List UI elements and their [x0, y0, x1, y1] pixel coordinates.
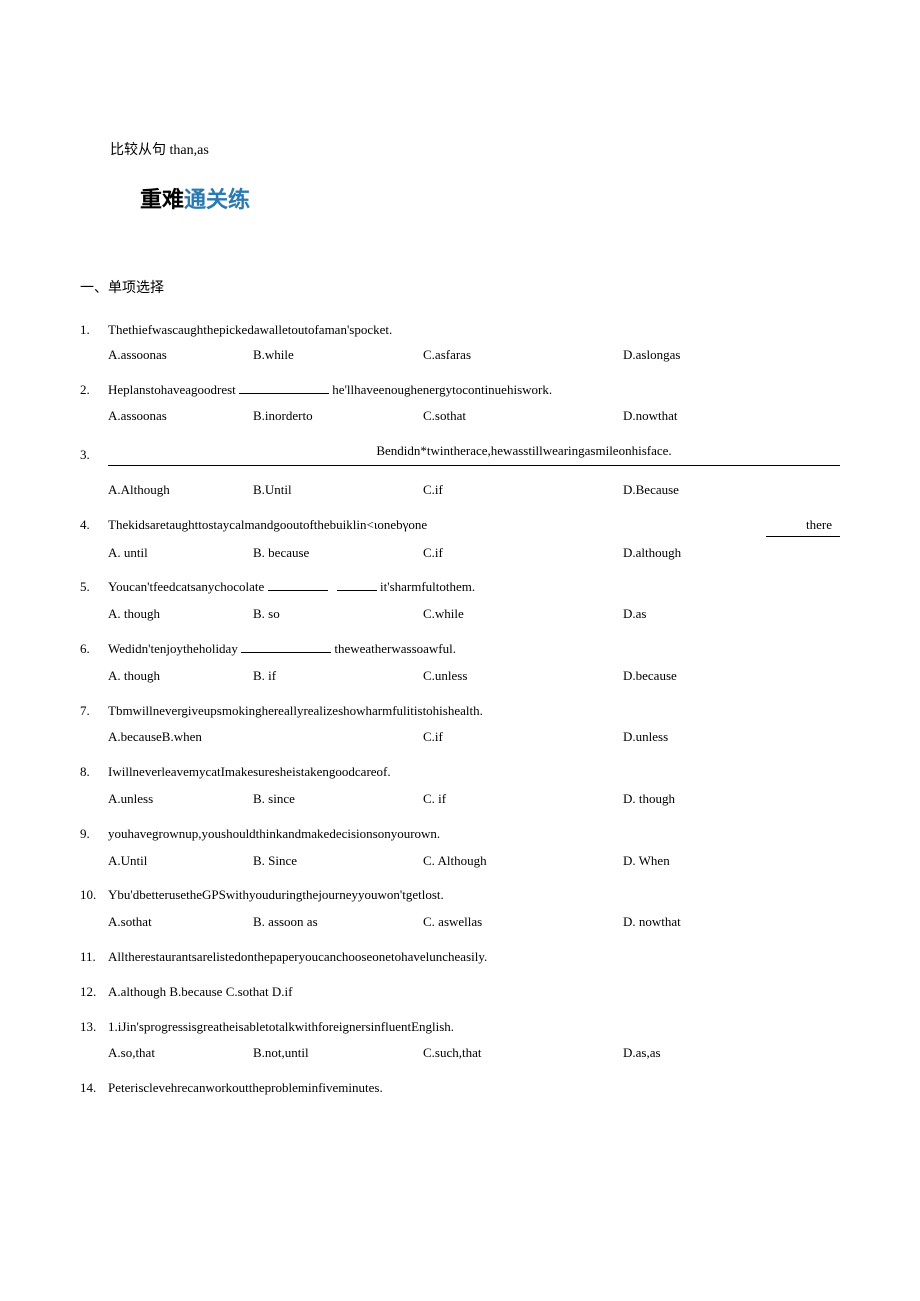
option-d: D.nowthat: [623, 406, 840, 427]
option-d: D.aslongas: [623, 345, 840, 366]
option-d: D. though: [623, 789, 840, 810]
question-stem: Youcan'tfeedcatsanychocolate it'sharmful…: [108, 577, 840, 598]
question-stem: Thethiefwascaughthepickedawalletoutofama…: [108, 320, 840, 341]
question-number: 2.: [80, 380, 108, 401]
question-stem: Tbmwillnevergiveupsmokinghereallyrealize…: [108, 701, 840, 722]
question-stem: Wedidn'tenjoytheholiday theweatherwassoa…: [108, 639, 840, 660]
option-b: B. if: [253, 666, 423, 687]
title-block: 重难通关练: [140, 182, 840, 217]
stem-post: theweatherwassoawful.: [334, 641, 456, 656]
section-head: 一、单项选择: [80, 278, 840, 300]
stem-pre: Youcan'tfeedcatsanychocolate: [108, 579, 264, 594]
option-a: A.assoonas: [108, 406, 253, 427]
question-stem: Peterisclevehrecanworkouttheprobleminfiv…: [108, 1078, 840, 1099]
blank-icon: [241, 641, 331, 653]
option-c: C.sothat: [423, 406, 623, 427]
option-a: A.Until: [108, 851, 253, 872]
option-b: B. so: [253, 604, 423, 625]
top-note: 比较从句 than,as: [110, 140, 840, 162]
option-d: D.Because: [623, 480, 840, 501]
option-c: C.if: [423, 480, 623, 501]
question-stem: youhavegrownup,youshouldthinkandmakedeci…: [108, 824, 840, 845]
question-stem: Ybu'dbetterusetheGPSwithyouduringthejour…: [108, 885, 840, 906]
question-number: 3.: [80, 445, 108, 466]
question-number: 7.: [80, 701, 108, 722]
question-number: 9.: [80, 824, 108, 845]
title-accent: 通关练: [184, 187, 250, 212]
stem-pre: Wedidn'tenjoytheholiday: [108, 641, 238, 656]
option-b: B. assoon as: [253, 912, 423, 933]
blank-icon: [337, 579, 377, 591]
option-b: B.while: [253, 345, 423, 366]
question-stem: A.although B.because C.sothat D.if: [108, 982, 840, 1003]
question-number: 6.: [80, 639, 108, 660]
title-main: 重难: [140, 187, 184, 212]
option-a: A.assoonas: [108, 345, 253, 366]
question-number: 11.: [80, 947, 108, 968]
option-d: D.unless: [623, 727, 840, 748]
option-b: B. since: [253, 789, 423, 810]
stem-post: it'sharmfultothem.: [380, 579, 475, 594]
blank-icon: [239, 382, 329, 394]
option-b: B.inorderto: [253, 406, 423, 427]
option-c: C.asfaras: [423, 345, 623, 366]
question-number: 14.: [80, 1078, 108, 1099]
stem-above: Bendidn*twintherace,hewasstillwearingasm…: [108, 441, 840, 462]
option-c: C.such,that: [423, 1043, 623, 1064]
stem-post: he'llhaveenoughenergytocontinuehiswork.: [332, 382, 552, 397]
question-number: 13.: [80, 1017, 108, 1038]
option-a: A. though: [108, 604, 253, 625]
option-c: C.unless: [423, 666, 623, 687]
option-a: A.sothat: [108, 912, 253, 933]
option-d: D.although: [623, 543, 840, 564]
question-number: 4.: [80, 515, 108, 536]
option-a: A. until: [108, 543, 253, 564]
question-stem: Alltherestaurantsarelistedonthepaperyouc…: [108, 947, 840, 968]
option-c: C.while: [423, 604, 623, 625]
option-c: C. aswellas: [423, 912, 623, 933]
trailing-blank: there: [766, 515, 840, 537]
blank-line-icon: [108, 462, 840, 466]
option-d: D.as,as: [623, 1043, 840, 1064]
question-number: 5.: [80, 577, 108, 598]
option-d: D. nowthat: [623, 912, 840, 933]
blank-icon: [268, 579, 328, 591]
option-b: B.not,until: [253, 1043, 423, 1064]
option-ab: A.becauseB.when: [108, 727, 423, 748]
option-c: C.if: [423, 543, 623, 564]
question-number: 1.: [80, 320, 108, 341]
option-c: C.if: [423, 727, 623, 748]
option-a: A.unless: [108, 789, 253, 810]
question-number: 8.: [80, 762, 108, 783]
option-a: A. though: [108, 666, 253, 687]
question-stem: 1.iJin'sprogressisgreatheisabletotalkwit…: [108, 1017, 840, 1038]
option-b: B.Until: [253, 480, 423, 501]
option-a: A.Although: [108, 480, 253, 501]
option-c: C. if: [423, 789, 623, 810]
option-a: A.so,that: [108, 1043, 253, 1064]
option-d: D.as: [623, 604, 840, 625]
question-stem: Heplanstohaveagoodrest he'llhaveenoughen…: [108, 380, 840, 401]
option-d: D.because: [623, 666, 840, 687]
option-d: D. When: [623, 851, 840, 872]
option-b: B. Since: [253, 851, 423, 872]
option-b: B. because: [253, 543, 423, 564]
option-c: C. Although: [423, 851, 623, 872]
question-stem: IwillneverleavemycatImakesuresheistakeng…: [108, 762, 840, 783]
question-stem: Thekidsaretaughttostaycalmandgooutoftheb…: [108, 515, 427, 536]
question-number: 10.: [80, 885, 108, 906]
stem-pre: Heplanstohaveagoodrest: [108, 382, 236, 397]
question-number: 12.: [80, 982, 108, 1003]
